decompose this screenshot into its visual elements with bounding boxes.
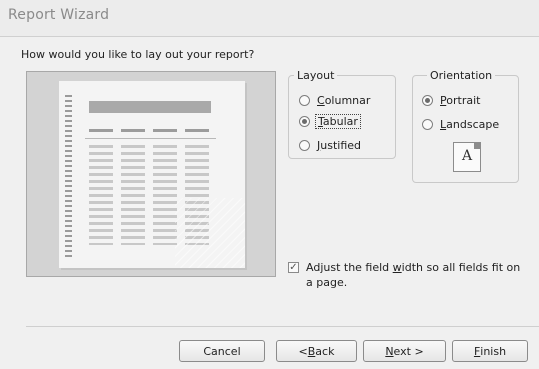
preview-page — [59, 81, 245, 268]
window-title: Report Wizard — [8, 7, 110, 23]
orientation-option-landscape[interactable]: Landscape — [422, 116, 501, 132]
layout-preview — [26, 71, 276, 277]
layout-option-columnar[interactable]: Columnar — [299, 92, 372, 108]
layout-legend: Layout — [297, 69, 335, 82]
title-separator — [0, 36, 539, 37]
portrait-label: Portrait — [440, 93, 481, 107]
layout-option-tabular[interactable]: Tabular — [299, 113, 361, 129]
back-button[interactable]: < Back — [276, 340, 357, 362]
preview-column — [153, 145, 177, 245]
preview-column — [89, 145, 113, 245]
orientation-icon-letter: A — [461, 148, 473, 164]
landscape-label: Landscape — [440, 117, 500, 131]
cancel-button[interactable]: Cancel — [179, 340, 265, 362]
radio-tabular[interactable] — [299, 115, 310, 127]
preview-page-shading — [175, 198, 245, 268]
page-binding-graphic — [65, 95, 72, 257]
preview-column-header — [153, 129, 177, 132]
layout-option-justified[interactable]: Justified — [299, 137, 363, 153]
title-bar: Report Wizard — [0, 0, 539, 36]
page-orientation-icon: A — [453, 142, 481, 172]
button-separator — [26, 326, 539, 327]
preview-header-rule — [85, 138, 216, 139]
orientation-option-portrait[interactable]: Portrait — [422, 92, 482, 108]
preview-column-header — [185, 129, 209, 132]
preview-column-header — [89, 129, 113, 132]
next-button[interactable]: Next > — [363, 340, 446, 362]
finish-button[interactable]: Finish — [452, 340, 528, 362]
radio-landscape[interactable] — [422, 118, 433, 130]
preview-column — [121, 145, 145, 245]
tabular-label: Tabular — [315, 113, 361, 129]
wizard-prompt: How would you like to lay out your repor… — [21, 48, 255, 61]
adjust-width-checkbox[interactable]: ✓ — [288, 262, 299, 273]
adjust-width-label: Adjust the field width so all fields fit… — [306, 261, 521, 289]
justified-label: Justified — [317, 138, 362, 152]
orientation-legend: Orientation — [430, 69, 493, 82]
preview-column-header — [121, 129, 145, 132]
radio-portrait[interactable] — [422, 94, 433, 106]
columnar-label: Columnar — [317, 93, 371, 107]
radio-justified[interactable] — [299, 139, 310, 151]
radio-columnar[interactable] — [299, 94, 310, 106]
preview-title-bar — [89, 101, 211, 113]
